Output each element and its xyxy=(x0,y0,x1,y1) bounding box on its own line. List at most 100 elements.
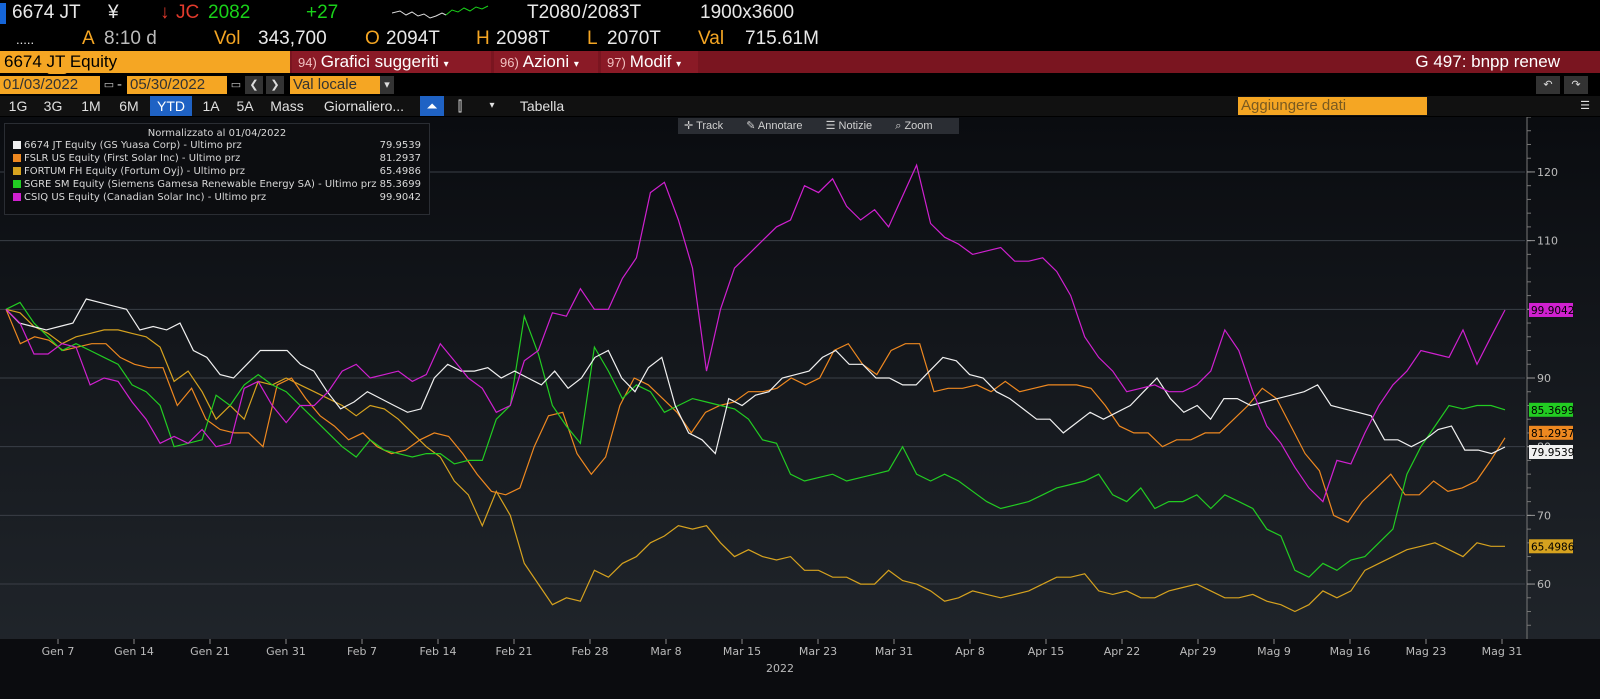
open-label: O xyxy=(365,28,380,49)
add-data-input[interactable]: Aggiungere dati xyxy=(1238,97,1427,115)
value-tag-label: 79.9539 xyxy=(1531,447,1574,459)
start-date-field[interactable]: 01/03/2022 xyxy=(0,76,100,94)
menu-label: Azioni xyxy=(522,52,570,71)
menu-number: 96) xyxy=(500,55,519,70)
legend-item[interactable]: SGRE SM Equity (Siemens Gamesa Renewable… xyxy=(5,178,429,191)
command-bar: 6674 JT Equity 94) Grafici suggeriti ▾ 96… xyxy=(0,51,1600,73)
x-tick-label: Feb 21 xyxy=(496,645,533,658)
currency-symbol: ¥ xyxy=(108,2,119,23)
x-tick-label: Feb 28 xyxy=(572,645,609,658)
x-tick-label: Apr 15 xyxy=(1028,645,1065,658)
chevron-down-icon: ▾ xyxy=(573,59,579,70)
legend-value: 81.2937 xyxy=(379,153,421,164)
x-axis: Gen 7 Gen 14 Gen 21 Gen 31 Feb 7 Feb 14 Feb 21… xyxy=(0,639,1600,699)
period-1g[interactable]: 1G xyxy=(3,96,33,116)
bid-ask-size: 1900x3600 xyxy=(700,2,795,23)
legend-value: 79.9539 xyxy=(379,140,421,151)
x-tick-label: Mag 23 xyxy=(1406,645,1447,658)
redo-icon[interactable]: ↷ xyxy=(1564,76,1588,94)
news-label: Notizie xyxy=(838,120,873,132)
x-tick-label: Gen 14 xyxy=(114,645,154,658)
period-ytd[interactable]: YTD xyxy=(150,96,192,116)
value-tag-label: 65.4986 xyxy=(1531,541,1575,553)
time-prefix: A xyxy=(82,28,95,49)
menu-icon[interactable]: ☰ xyxy=(1576,96,1594,116)
calendar-icon[interactable]: ▭ xyxy=(100,76,118,94)
legend-label: FORTUM FH Equity (Fortum Oyj) - Ultimo p… xyxy=(24,166,246,177)
x-tick-label: Apr 22 xyxy=(1104,645,1141,658)
x-tick-label: Gen 21 xyxy=(190,645,230,658)
x-year-label: 2022 xyxy=(766,662,794,675)
y-tick-label: 110 xyxy=(1537,235,1558,248)
x-tick-label: Gen 31 xyxy=(266,645,306,658)
volume-label: Vol xyxy=(214,28,241,49)
legend-value: 65.4986 xyxy=(379,166,421,177)
annotate-tool[interactable]: ✎ Annotare xyxy=(746,120,812,132)
menu-suggested-charts[interactable]: 94) Grafici suggeriti ▾ xyxy=(292,51,491,73)
last-time: 8:10 d xyxy=(104,28,157,49)
track-tool[interactable]: ✛ Track xyxy=(684,120,733,132)
last-price: 2082 xyxy=(208,2,251,23)
chart-toolbar: ✛ Track ✎ Annotare ☰ Notizie ⌕ Zoom xyxy=(678,118,959,134)
x-tick-label: Feb 14 xyxy=(420,645,457,658)
legend-swatch xyxy=(13,167,21,175)
period-1m[interactable]: 1M xyxy=(74,96,108,116)
track-label: Track xyxy=(696,120,724,132)
legend-swatch xyxy=(13,154,21,162)
menu-number: 97) xyxy=(607,55,626,70)
legend-item[interactable]: 6674 JT Equity (GS Yuasa Corp) - Ultimo … xyxy=(5,139,429,152)
menu-edit[interactable]: 97) Modif ▾ xyxy=(601,51,698,73)
period-5a[interactable]: 5A xyxy=(230,96,260,116)
period-row: 1G 3G 1M 6M YTD 1A 5A Mass Giornaliero..… xyxy=(0,96,1600,116)
frequency-dropdown[interactable]: Giornaliero... xyxy=(318,96,410,116)
line-chart-icon[interactable]: ⏶ xyxy=(420,96,444,116)
legend-item[interactable]: FORTUM FH Equity (Fortum Oyj) - Ultimo p… xyxy=(5,165,429,178)
legend-value: 85.3699 xyxy=(379,179,421,190)
prev-period-icon[interactable]: ❮ xyxy=(245,76,263,94)
y-tick-label: 60 xyxy=(1537,578,1551,591)
chevron-down-icon[interactable]: ▾ xyxy=(380,76,394,94)
price-change: +27 xyxy=(306,2,339,23)
value-tag: 65.4986 xyxy=(1529,539,1575,554)
x-tick-label: Feb 7 xyxy=(347,645,377,658)
x-tick-label: Mag 16 xyxy=(1330,645,1371,658)
legend-value: 99.9042 xyxy=(379,192,421,203)
legend-item[interactable]: CSIQ US Equity (Canadian Solar Inc) - Ul… xyxy=(5,191,429,204)
value-label: Val xyxy=(698,28,725,49)
period-max[interactable]: Mass xyxy=(266,96,308,116)
dots: ..... xyxy=(16,32,35,47)
period-6m[interactable]: 6M xyxy=(112,96,146,116)
x-tick-label: Mar 8 xyxy=(650,645,681,658)
ticker-marker xyxy=(0,3,6,24)
value-tag: 85.3699 xyxy=(1529,402,1574,417)
menu-actions[interactable]: 96) Azioni ▾ xyxy=(494,51,598,73)
end-date-field[interactable]: 05/30/2022 xyxy=(127,76,227,94)
x-tick-label: Apr 8 xyxy=(955,645,985,658)
chevron-down-icon[interactable]: ▾ xyxy=(482,96,502,116)
table-button[interactable]: Tabella xyxy=(512,96,572,116)
undo-icon[interactable]: ↶ xyxy=(1536,76,1560,94)
zoom-tool[interactable]: ⌕ Zoom xyxy=(895,120,942,132)
news-tool[interactable]: ☰ Notizie xyxy=(826,120,883,132)
chevron-down-icon: ▾ xyxy=(676,59,682,70)
high-label: H xyxy=(476,28,490,49)
y-tick-label: 120 xyxy=(1537,166,1558,179)
calendar-icon[interactable]: ▭ xyxy=(227,76,245,94)
bar-chart-icon[interactable]: ⫿ xyxy=(448,96,472,116)
value-tag-label: 85.3699 xyxy=(1531,405,1574,417)
legend-swatch xyxy=(13,193,21,201)
legend-item[interactable]: FSLR US Equity (First Solar Inc) - Ultim… xyxy=(5,152,429,165)
y-tick-label: 90 xyxy=(1537,372,1551,385)
chart-legend: Normalizzato al 01/04/2022 6674 JT Equit… xyxy=(4,123,430,215)
sparkline-icon xyxy=(392,5,489,19)
period-1a[interactable]: 1A xyxy=(196,96,226,116)
security-field[interactable]: 6674 JT Equity xyxy=(0,51,290,73)
period-3g[interactable]: 3G xyxy=(38,96,68,116)
legend-swatch xyxy=(13,141,21,149)
chevron-down-icon: ▾ xyxy=(443,59,449,70)
next-period-icon[interactable]: ❯ xyxy=(266,76,284,94)
chart-title: Normalizzato al 01/04/2022 xyxy=(147,128,287,139)
currency-mode-field[interactable]: Val locale xyxy=(290,76,380,94)
legend-label: SGRE SM Equity (Siemens Gamesa Renewable… xyxy=(24,179,377,190)
legend-swatch xyxy=(13,180,21,188)
